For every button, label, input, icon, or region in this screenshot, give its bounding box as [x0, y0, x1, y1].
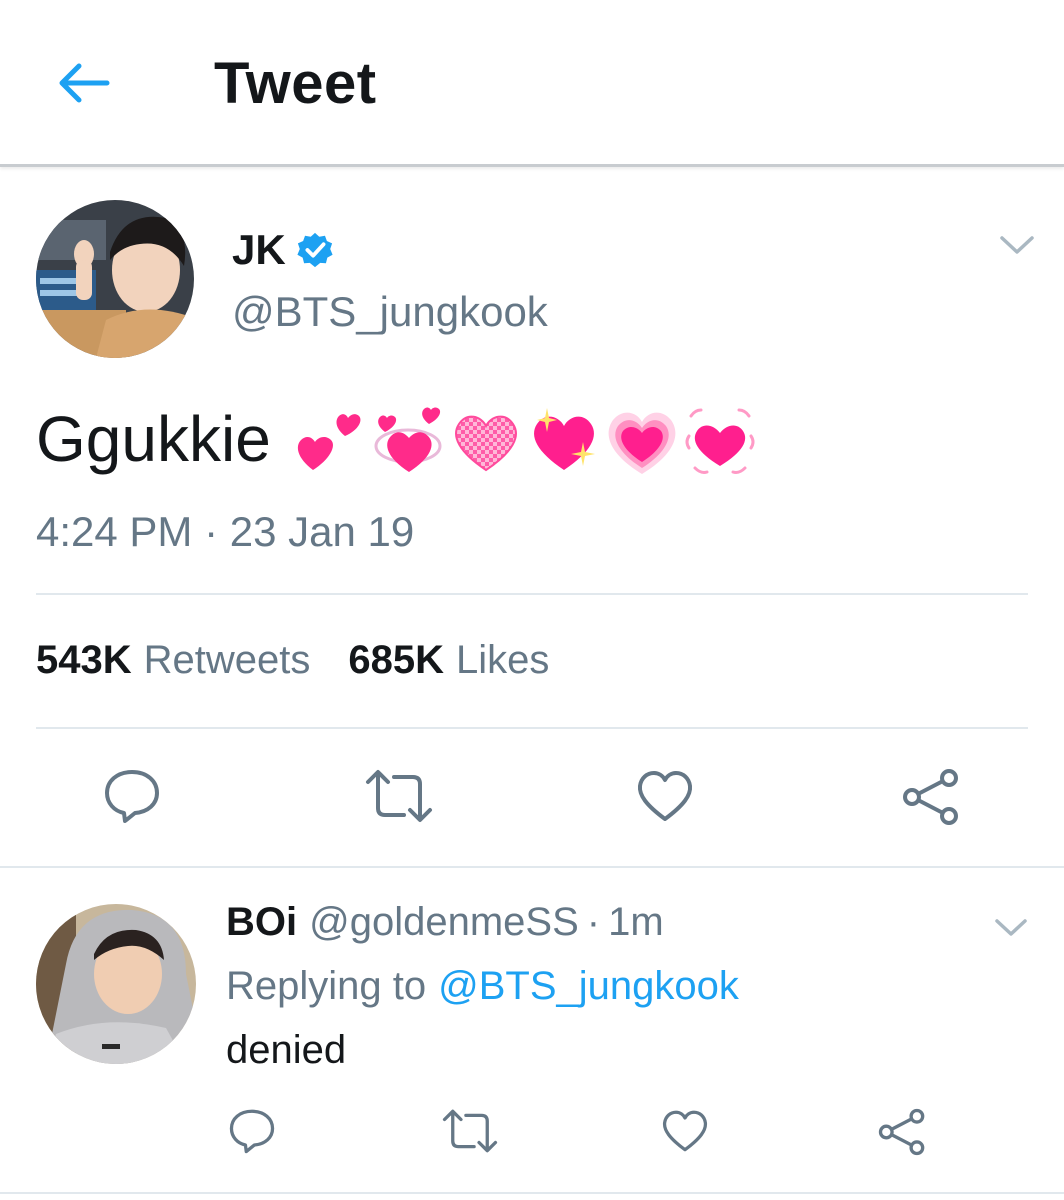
- author-display-name[interactable]: JK: [232, 226, 286, 274]
- sparkling-heart-icon: [533, 408, 595, 470]
- share-icon: [878, 1108, 925, 1156]
- reply-icon: [229, 1109, 275, 1154]
- chevron-down-icon[interactable]: [996, 228, 1038, 262]
- heart-icon: [637, 771, 693, 821]
- tweet-text: Ggukkie: [36, 403, 271, 475]
- section-divider: [0, 866, 1064, 868]
- likes-label: Likes: [456, 638, 550, 682]
- retweet-icon: [442, 1109, 498, 1153]
- arrow-left-icon: [59, 63, 110, 103]
- emoji-group: [293, 402, 761, 476]
- divider: [0, 1192, 1064, 1194]
- like-button[interactable]: [634, 766, 696, 826]
- likes-stat[interactable]: 685K Likes: [348, 638, 549, 683]
- share-button[interactable]: [900, 766, 962, 828]
- replying-mention-link[interactable]: @BTS_jungkook: [438, 964, 739, 1008]
- reply-display-name[interactable]: BOi: [226, 900, 297, 945]
- share-icon: [903, 769, 958, 825]
- verified-badge-icon: [297, 232, 333, 268]
- heart-icon: [662, 1110, 708, 1152]
- revolving-hearts-icon: [374, 407, 442, 472]
- reply-retweet-button[interactable]: [440, 1106, 500, 1156]
- avatar[interactable]: [36, 200, 194, 358]
- reply-button[interactable]: [100, 766, 164, 826]
- reply-like-button[interactable]: [660, 1106, 710, 1156]
- divider: [36, 727, 1028, 729]
- back-button[interactable]: [52, 52, 114, 114]
- beating-heart-icon: [685, 408, 755, 474]
- tweet-timestamp: 4:24 PM · 23 Jan 19: [36, 508, 415, 555]
- top-bar: Tweet: [0, 0, 1064, 167]
- reply-header: BOi @goldenmeSS · 1m: [226, 900, 664, 945]
- reply-avatar[interactable]: [36, 904, 196, 1064]
- reply-handle[interactable]: @goldenmeSS: [309, 900, 579, 945]
- likes-count: 685K: [348, 638, 444, 682]
- chevron-down-icon[interactable]: [992, 912, 1030, 942]
- two-hearts-icon: [297, 414, 361, 470]
- tweet-body: Ggukkie: [36, 402, 761, 476]
- page-title: Tweet: [214, 51, 377, 116]
- reply-time: 1m: [608, 900, 664, 944]
- replying-to: Replying to @BTS_jungkook: [226, 964, 739, 1009]
- retweet-button[interactable]: [362, 766, 436, 826]
- retweet-icon: [366, 770, 432, 822]
- reply-share-button[interactable]: [876, 1106, 928, 1158]
- reply-text: denied: [226, 1028, 347, 1072]
- reply-separator: ·: [586, 900, 601, 944]
- divider: [36, 593, 1028, 595]
- tweet-stats: 543K Retweets 685K Likes: [36, 638, 587, 683]
- retweets-label: Retweets: [143, 638, 311, 682]
- author-handle[interactable]: @BTS_jungkook: [232, 288, 548, 336]
- retweets-stat[interactable]: 543K Retweets: [36, 638, 310, 683]
- reply-reply-button[interactable]: [226, 1106, 278, 1156]
- replying-prefix: Replying to: [226, 964, 427, 1008]
- checkered-heart-icon: [454, 415, 517, 472]
- growing-heart-icon: [608, 412, 676, 474]
- reply-icon: [105, 770, 159, 823]
- retweets-count: 543K: [36, 638, 132, 682]
- author-name-row[interactable]: JK: [232, 226, 334, 274]
